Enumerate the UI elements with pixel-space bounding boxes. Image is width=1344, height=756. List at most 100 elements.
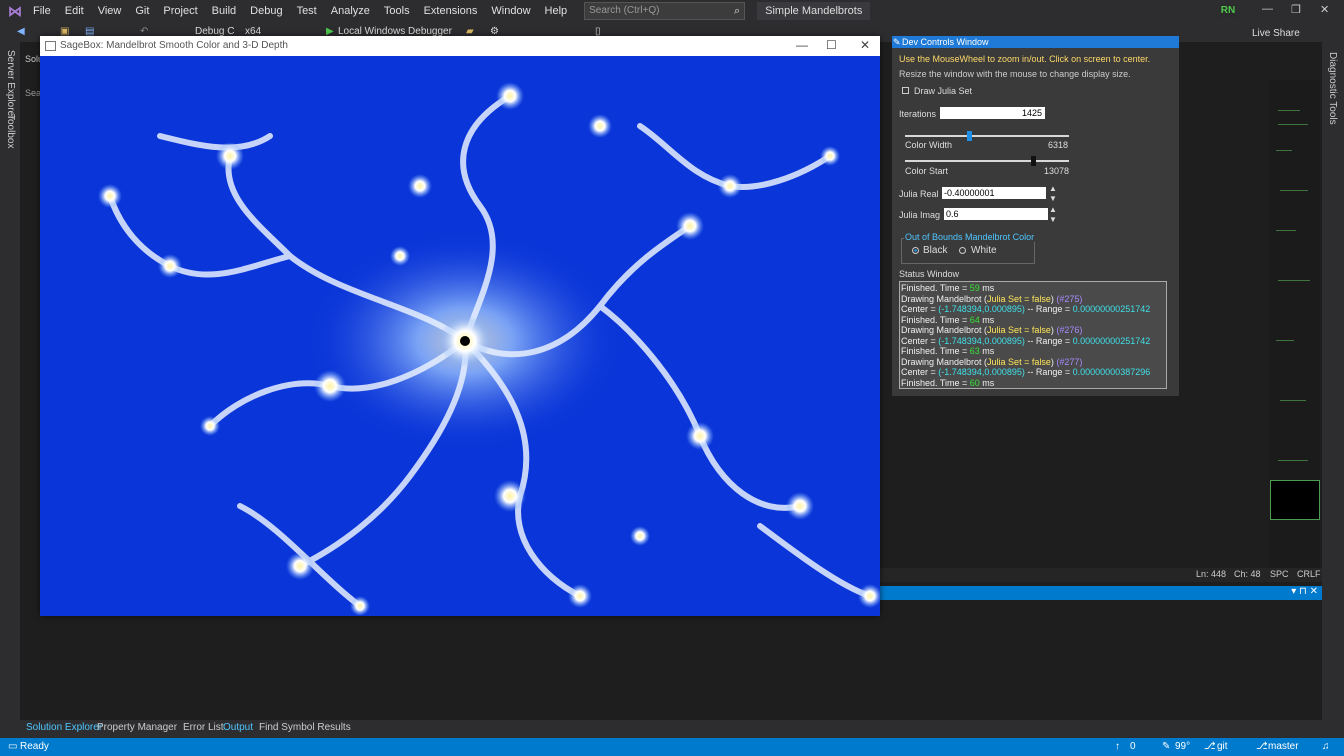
oob-color-legend: Out of Bounds Mandelbrot Color (904, 232, 1036, 242)
oob-white-radio[interactable] (959, 247, 966, 254)
color-start-track[interactable] (905, 160, 1069, 162)
bottom-tabs: Solution Explorer Property Manager Error… (20, 720, 1322, 738)
user-avatar[interactable]: RN (1220, 4, 1236, 18)
search-placeholder: Search (Ctrl+Q) (589, 5, 660, 16)
status-line: Drawing Mandelbrot (Julia Set = false) (… (901, 357, 1082, 367)
status-segment: 60 (969, 377, 980, 388)
status-line: Center = (-1.748394,0.000895) -- Range =… (901, 336, 1150, 346)
tab-find-symbol-results[interactable]: Find Symbol Results (259, 722, 351, 733)
menu-window[interactable]: Window (484, 0, 537, 22)
menu-analyze[interactable]: Analyze (324, 0, 377, 22)
status-segment: Center = (901, 335, 939, 346)
color-start-slider-thumb[interactable] (1030, 156, 1036, 166)
menu-edit[interactable]: Edit (58, 0, 91, 22)
line-ending[interactable]: CRLF (1297, 569, 1321, 579)
status-segment: -- Range = (1024, 367, 1073, 377)
julia-imag-label: Julia Imag (899, 210, 941, 220)
status-errors[interactable]: 0 (1130, 741, 1136, 752)
color-start-value: 13078 (1044, 166, 1070, 176)
status-segment: Finished. Time = (901, 283, 970, 293)
status-line: Finished. Time = 64 ms (901, 315, 994, 325)
status-segment: Finished. Time = (901, 346, 970, 356)
live-share-button[interactable]: Live Share (1252, 28, 1300, 39)
fractal-canvas[interactable] (40, 56, 880, 616)
output-panel-titlebar: ▾ ⊓ ✕ (880, 586, 1322, 600)
iterations-input[interactable]: 1425 (940, 107, 1045, 119)
line-number: Ln: 448 (1196, 569, 1227, 579)
instruction-zoom: Use the MouseWheel to zoom in/out. Click… (899, 54, 1151, 64)
status-line: Center = (-1.748394,0.000895) -- Range =… (901, 367, 1150, 377)
status-segment: (#275) (1056, 293, 1083, 304)
diagnostic-tools-tab[interactable]: Diagnostic Tools (1327, 52, 1338, 125)
code-minimap[interactable] (1270, 80, 1320, 568)
status-segment: -- Range = (1024, 335, 1073, 346)
back-icon[interactable]: ◀ (17, 26, 25, 37)
julia-imag-input[interactable]: 0.6 (944, 208, 1048, 220)
sagebox-minimize-icon[interactable]: — (796, 38, 808, 52)
tab-solution-explorer[interactable]: Solution Explorer (26, 722, 102, 733)
tab-output[interactable]: Output (223, 722, 253, 733)
menu-tools[interactable]: Tools (377, 0, 417, 22)
output-panel-close-icon[interactable]: ▾ ⊓ ✕ (1291, 586, 1318, 597)
status-line: Finished. Time = 60 ms (901, 378, 994, 388)
status-segment: Drawing Mandelbrot ( (901, 293, 988, 304)
menu-help[interactable]: Help (538, 0, 575, 22)
menu-debug[interactable]: Debug (243, 0, 289, 22)
menu-git[interactable]: Git (128, 0, 156, 22)
search-icon: ⌕ (733, 5, 741, 17)
server-explorer-tab[interactable]: Server Explorer (5, 50, 16, 119)
menu-extensions[interactable]: Extensions (417, 0, 485, 22)
output-panel (180, 600, 1322, 720)
status-segment: 64 (969, 314, 980, 325)
visual-studio-logo-icon[interactable]: ⋈ (4, 0, 26, 22)
notification-icon[interactable]: ♫ (1322, 741, 1330, 752)
status-percent[interactable]: 99° (1175, 741, 1190, 752)
status-ready: Ready (20, 741, 49, 752)
publish-icon[interactable]: ↑ (1115, 741, 1120, 752)
status-git[interactable]: git (1217, 741, 1228, 752)
iterations-label: Iterations (899, 109, 937, 119)
status-segment: Julia Set = false (987, 325, 1051, 335)
solution-name: Simple Mandelbrots (757, 2, 871, 20)
status-bar: ▭ Ready ↑ 0 ✎ 99° ⎇ git ⎇ master ♫ (0, 738, 1344, 756)
instruction-resize: Resize the window with the mouse to chan… (899, 69, 1131, 79)
sagebox-close-icon[interactable]: ✕ (860, 38, 870, 52)
julia-real-input[interactable]: -0.40000001 (942, 187, 1046, 199)
status-segment: 0.00000000387296 (1072, 367, 1151, 377)
sagebox-titlebar[interactable]: SageBox: Mandelbrot Smooth Color and 3-D… (40, 36, 880, 56)
status-segment: 0.00000000251742 (1072, 304, 1151, 314)
color-width-track[interactable] (905, 135, 1069, 137)
julia-real-label: Julia Real (899, 189, 939, 199)
restore-icon[interactable]: ❐ (1291, 3, 1301, 16)
tab-property-manager[interactable]: Property Manager (97, 722, 177, 733)
search-input[interactable]: Search (Ctrl+Q) ⌕ (584, 2, 746, 20)
menu-view[interactable]: View (91, 0, 129, 22)
sagebox-window: SageBox: Mandelbrot Smooth Color and 3-D… (40, 36, 880, 616)
dev-controls-titlebar[interactable]: ✎ Dev Controls Window (892, 36, 1179, 48)
menu-build[interactable]: Build (205, 0, 243, 22)
close-icon[interactable]: ✕ (1320, 3, 1329, 16)
pencil-icon: ✎ (1162, 741, 1171, 752)
status-line: Finished. Time = 59 ms (901, 283, 994, 293)
menu-file[interactable]: File (26, 0, 58, 22)
color-width-slider-thumb[interactable] (966, 131, 972, 141)
status-segment: Julia Set = false (987, 293, 1051, 304)
status-segment: Center = (901, 367, 939, 377)
toolbox-tab[interactable]: Toolbox (5, 114, 16, 148)
status-line: Drawing Mandelbrot (Julia Set = false) (… (901, 294, 1082, 304)
sagebox-maximize-icon[interactable]: ☐ (826, 38, 837, 52)
oob-black-radio[interactable] (912, 247, 919, 254)
draw-julia-checkbox[interactable] (902, 87, 909, 94)
julia-real-spinner-icon[interactable]: ▲ ▼ (1049, 184, 1057, 204)
spacing-mode[interactable]: SPC (1270, 569, 1289, 579)
status-branch[interactable]: master (1268, 741, 1299, 752)
minimap-viewport[interactable] (1270, 480, 1320, 520)
column-number: Ch: 48 (1234, 569, 1261, 579)
dev-controls-title: Dev Controls Window (902, 37, 989, 47)
minimize-icon[interactable]: — (1262, 3, 1273, 15)
status-window-label: Status Window (899, 269, 960, 279)
julia-imag-spinner-icon[interactable]: ▲ ▼ (1049, 205, 1057, 225)
menu-project[interactable]: Project (156, 0, 204, 22)
tab-error-list[interactable]: Error List (183, 722, 224, 733)
menu-test[interactable]: Test (290, 0, 324, 22)
